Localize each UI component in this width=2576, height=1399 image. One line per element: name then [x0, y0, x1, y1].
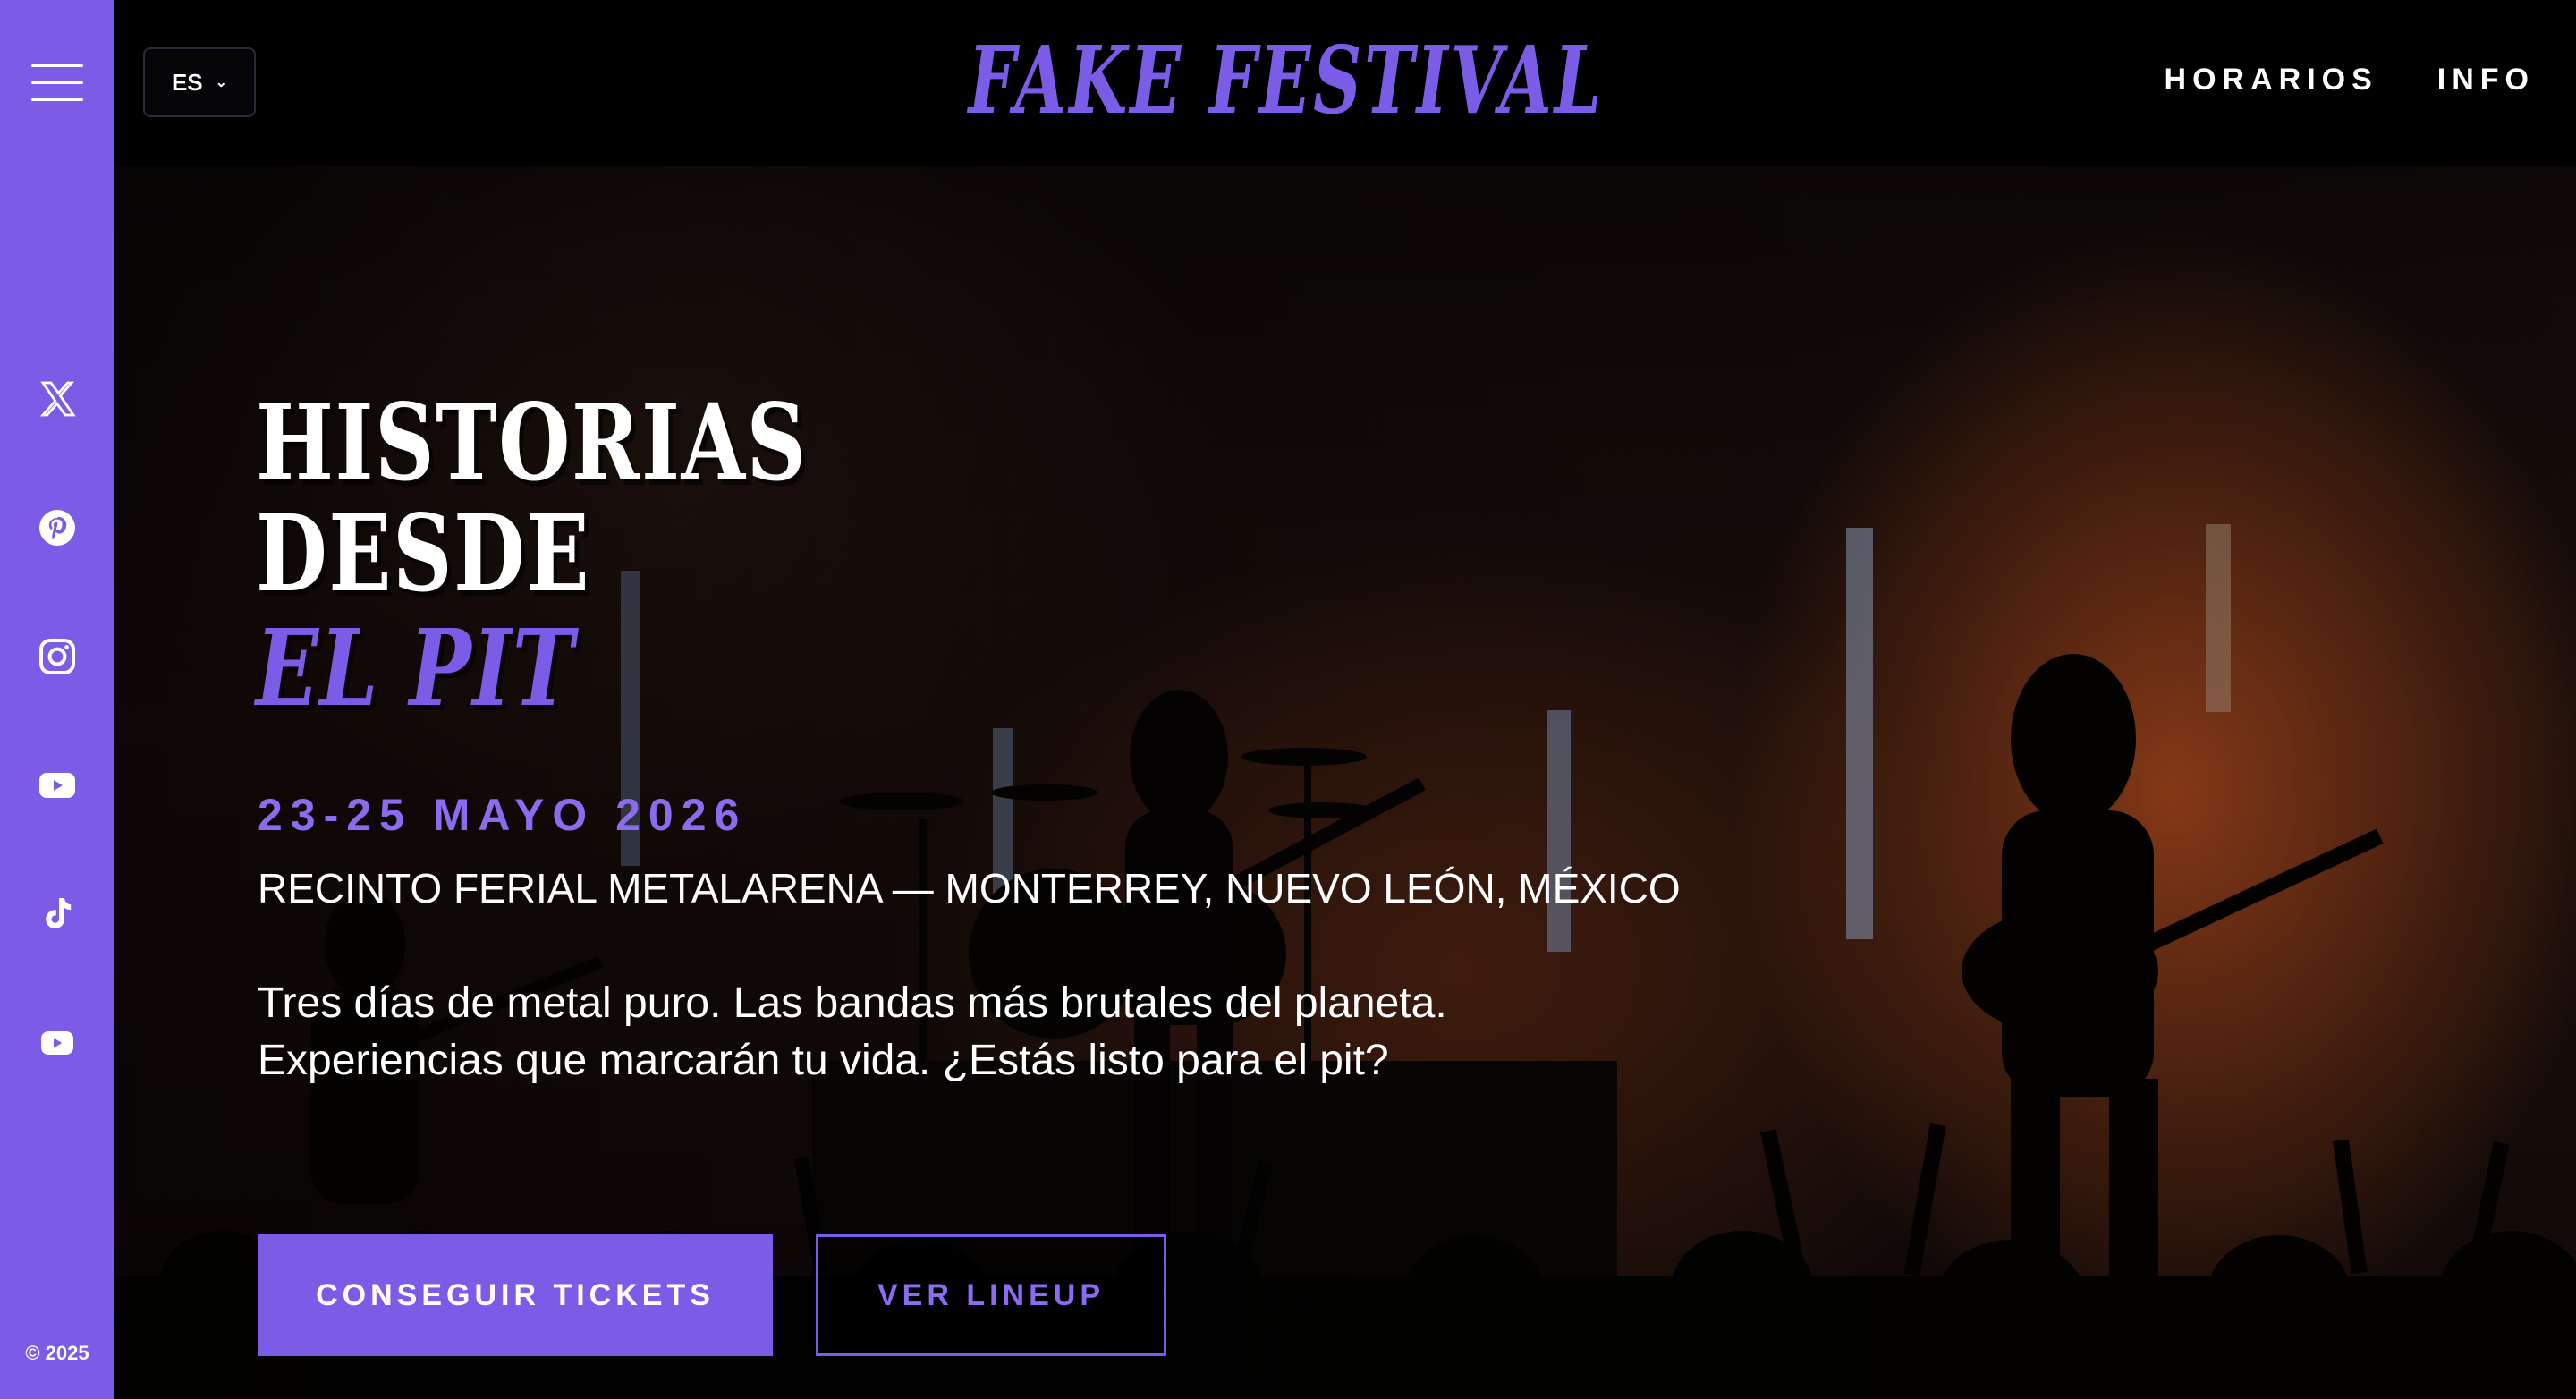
hero-overlay: [114, 166, 2576, 1399]
language-label: ES: [171, 68, 203, 96]
chevron-down-icon: ⌄: [215, 75, 228, 90]
sidebar: © 2025: [0, 0, 114, 1399]
main-nav: HORARIOS INFO: [2165, 63, 2535, 98]
x-icon[interactable]: [0, 372, 114, 426]
nav-info[interactable]: INFO: [2437, 63, 2535, 98]
site-logo[interactable]: FAKE FESTIVAL: [443, 25, 2130, 135]
hero-title-line-2: DESDE: [256, 491, 591, 615]
view-lineup-button[interactable]: VER LINEUP: [816, 1234, 1166, 1356]
hero-title-line-1: HISTORIAS: [256, 380, 808, 504]
language-selector[interactable]: ES ⌄: [143, 47, 256, 117]
event-dates: 23-25 MAYO 2026: [258, 790, 748, 840]
hero-title-line-3: EL PIT: [256, 606, 576, 730]
hero-description: Tres días de metal puro. Las bandas más …: [258, 979, 1447, 1084]
youtube-icon[interactable]: [0, 759, 114, 812]
tiktok-icon[interactable]: [0, 887, 114, 941]
menu-icon[interactable]: [31, 64, 83, 102]
event-venue: RECINTO FERIAL METALARENA — MONTERREY, N…: [258, 865, 1681, 911]
hero: HISTORIAS DESDE EL PIT 23-25 MAYO 2026 R…: [114, 166, 2576, 1399]
get-tickets-button[interactable]: CONSEGUIR TICKETS: [258, 1234, 773, 1356]
nav-horarios[interactable]: HORARIOS: [2165, 63, 2378, 98]
instagram-icon[interactable]: [0, 630, 114, 683]
header: ES ⌄ FAKE FESTIVAL HORARIOS INFO: [114, 0, 2576, 166]
copyright: © 2025: [25, 1342, 89, 1364]
pinterest-icon[interactable]: [0, 501, 114, 555]
youtube-icon[interactable]: [0, 1016, 114, 1070]
